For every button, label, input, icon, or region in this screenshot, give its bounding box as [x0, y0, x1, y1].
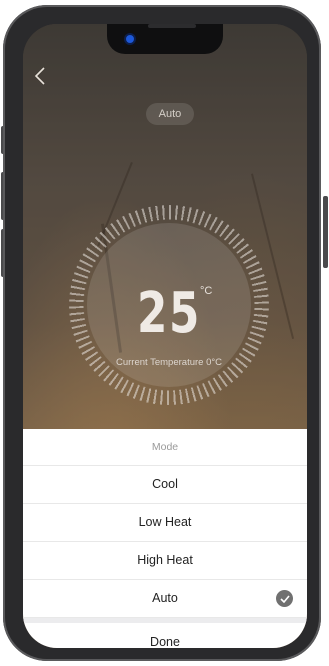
temperature-unit: °C: [200, 285, 213, 297]
notch: [107, 24, 223, 54]
option-label: Low Heat: [138, 515, 192, 529]
back-button[interactable]: [28, 64, 52, 88]
speaker: [148, 24, 196, 28]
mode-action-sheet: Mode Cool Low Heat High Heat Auto Done: [23, 429, 307, 648]
front-camera: [126, 35, 134, 43]
phone-frame: Auto 25 °C Current Temperature 0°C Mode …: [3, 5, 321, 661]
checkmark-circle-icon: [276, 590, 293, 607]
chevron-left-icon: [34, 67, 45, 85]
option-low-heat[interactable]: Low Heat: [23, 504, 307, 542]
temperature-dial[interactable]: 25 °C Current Temperature 0°C: [69, 205, 269, 405]
option-auto[interactable]: Auto: [23, 580, 307, 618]
app-screen: Auto 25 °C Current Temperature 0°C Mode …: [23, 24, 307, 648]
option-cool[interactable]: Cool: [23, 466, 307, 504]
option-label: High Heat: [137, 553, 193, 567]
power-button: [323, 196, 328, 268]
done-button[interactable]: Done: [23, 623, 307, 648]
option-label: Auto: [152, 591, 178, 605]
temperature-value: 25: [137, 281, 201, 346]
sheet-title: Mode: [23, 429, 307, 466]
current-temperature-label: Current Temperature 0°C: [115, 357, 223, 368]
option-high-heat[interactable]: High Heat: [23, 542, 307, 580]
option-label: Cool: [152, 477, 178, 491]
mode-badge[interactable]: Auto: [146, 103, 194, 125]
